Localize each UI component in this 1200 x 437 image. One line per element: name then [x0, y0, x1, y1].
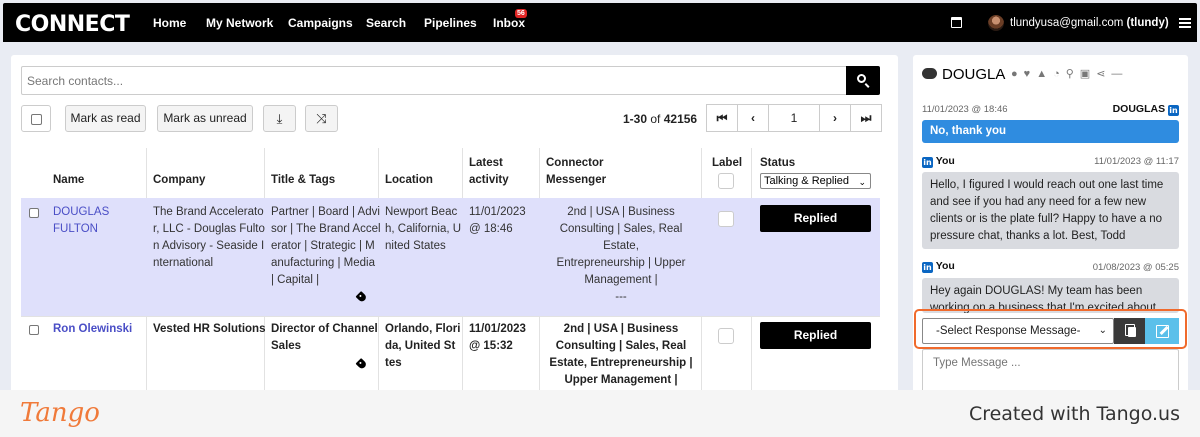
nav-inbox[interactable]: Inbox — [493, 16, 525, 30]
connector-messenger-cell: 2nd | USA | Business Consulting | Sales, … — [556, 206, 686, 303]
company-cell: The Brand Accelerato r, LLC - Douglas Ful… — [153, 206, 265, 269]
row-label-checkbox[interactable] — [718, 211, 734, 227]
contacts-panel: Mark as read Mark as unread ⤓ ⤨ 1-30 of … — [11, 55, 898, 400]
highlight-box — [914, 309, 1187, 349]
title-tags-cell: Partner | Board | Advi sor | The Brand Ac… — [271, 206, 381, 286]
linkedin-icon: in — [1168, 105, 1179, 116]
bell-icon[interactable]: ◔ — [1053, 68, 1066, 80]
message-author: in You — [922, 260, 955, 273]
location-cell: Orlando, Flori da, United St tes — [385, 323, 461, 369]
header-label: Label — [712, 157, 743, 169]
footer-banner: Tango Created with Tango.us — [0, 390, 1200, 437]
user-email: tlundyusa@gmail.com — [1010, 17, 1124, 29]
shuffle-icon[interactable]: ⤨ — [305, 105, 338, 132]
message-author: in You — [922, 155, 955, 168]
thumbs-up-icon[interactable]: ▲ — [1036, 68, 1053, 80]
row-divider — [21, 316, 880, 317]
nav-campaigns[interactable]: Campaigns — [288, 16, 353, 30]
header-title-tags[interactable]: Title & Tags — [271, 172, 335, 189]
status-filter-select[interactable]: Talking & Replied ⌄ — [760, 173, 871, 189]
chat-icon — [922, 68, 937, 79]
header-latest-activity[interactable]: Latest activity — [469, 155, 509, 189]
select-all-checkbox[interactable] — [21, 105, 51, 132]
row-checkbox[interactable] — [29, 208, 39, 218]
title-tags-cell: Director of Channel Sales — [271, 323, 378, 352]
pagination-range: 1-30 of 42156 — [623, 112, 698, 126]
comment-icon[interactable]: ● — [1011, 68, 1024, 80]
contact-name-link[interactable]: Ron Olewinski — [53, 321, 132, 338]
calendar-icon[interactable] — [951, 17, 962, 28]
latest-activity-cell: 11/01/2023 @ 15:32 — [469, 323, 526, 352]
first-page-button[interactable]: ⏮ — [706, 104, 738, 132]
latest-activity-cell: 11/01/2023 @ 18:46 — [469, 206, 526, 235]
search-icon — [857, 74, 866, 83]
hamburger-menu-icon[interactable] — [1179, 18, 1191, 28]
connector-messenger-cell: 2nd | USA | Business Consulting | Sales, … — [549, 323, 693, 386]
label-filter-checkbox[interactable] — [718, 173, 734, 189]
avatar[interactable] — [988, 15, 1004, 31]
nav-my-network[interactable]: My Network — [206, 16, 273, 30]
search-button[interactable] — [846, 66, 880, 95]
user-account[interactable]: tlundyusa@gmail.com (tlundy) — [1010, 17, 1169, 29]
next-page-button[interactable]: › — [819, 104, 851, 132]
tango-logo: Tango — [20, 398, 100, 428]
tag-icon[interactable] — [355, 357, 368, 371]
prev-page-button[interactable]: ‹ — [737, 104, 769, 132]
status-replied-button[interactable]: Replied — [760, 322, 871, 349]
mark-as-unread-button[interactable]: Mark as unread — [157, 105, 253, 132]
linkedin-icon: in — [922, 157, 933, 168]
location-cell: Newport Beac h, California, United States — [385, 206, 462, 252]
nav-home[interactable]: Home — [153, 16, 186, 30]
heart-icon[interactable]: ♥ — [1024, 68, 1037, 80]
row-checkbox[interactable] — [29, 325, 39, 335]
status-replied-button[interactable]: Replied — [760, 205, 871, 232]
header-company[interactable]: Company — [153, 172, 205, 189]
conversation-actions: ●♥▲◔⚲▣⋖— — [1011, 67, 1128, 80]
message-date: 01/08/2023 @ 05:25 — [1092, 262, 1179, 273]
last-page-button[interactable]: ⏭ — [850, 104, 882, 132]
share-icon[interactable]: ⋖ — [1096, 68, 1111, 80]
conversation-title: DOUGLA — [942, 66, 1006, 83]
linkedin-icon[interactable]: ▣ — [1080, 68, 1096, 80]
user-handle: (tlundy) — [1126, 17, 1169, 29]
minimize-icon[interactable]: — — [1111, 68, 1128, 80]
row-label-checkbox[interactable] — [718, 328, 734, 344]
nav-search[interactable]: Search — [366, 16, 406, 30]
mark-as-read-button[interactable]: Mark as read — [65, 105, 146, 132]
connect-logo[interactable]: CONNECT — [15, 12, 130, 37]
plug-icon[interactable]: ⚲ — [1066, 68, 1080, 80]
page-number-input[interactable]: 1 — [768, 104, 820, 132]
message-bubble-outgoing: Hey again DOUGLAS! My team has been work… — [922, 278, 1179, 313]
message-bubble-outgoing: Hello, I figured I would reach out one l… — [922, 172, 1179, 249]
company-cell: Vested HR Solutions — [153, 323, 266, 335]
export-icon[interactable]: ⤓ — [263, 105, 296, 132]
chevron-down-icon: ⌄ — [858, 177, 866, 187]
header-connector-messenger[interactable]: Connector Messenger — [546, 155, 606, 189]
message-date: 11/01/2023 @ 11:17 — [1094, 156, 1179, 167]
header-status: Status — [760, 157, 796, 169]
nav-pipelines[interactable]: Pipelines — [424, 16, 477, 30]
contact-name-link[interactable]: DOUGLAS FULTON — [53, 204, 109, 238]
message-date: 11/01/2023 @ 18:46 — [922, 104, 1008, 115]
message-bubble-incoming: No, thank you — [922, 120, 1179, 143]
header-location[interactable]: Location — [385, 172, 433, 189]
linkedin-icon: in — [922, 262, 933, 273]
inbox-count-badge: 56 — [515, 9, 527, 18]
created-with-text: Created with Tango.us — [968, 403, 1180, 425]
message-author: DOUGLAS in — [1112, 103, 1179, 116]
top-nav: CONNECT Home My Network Campaigns Search… — [3, 3, 1197, 42]
header-name[interactable]: Name — [53, 172, 84, 189]
search-input[interactable] — [21, 66, 847, 95]
app-frame: CONNECT Home My Network Campaigns Search… — [0, 0, 1200, 437]
